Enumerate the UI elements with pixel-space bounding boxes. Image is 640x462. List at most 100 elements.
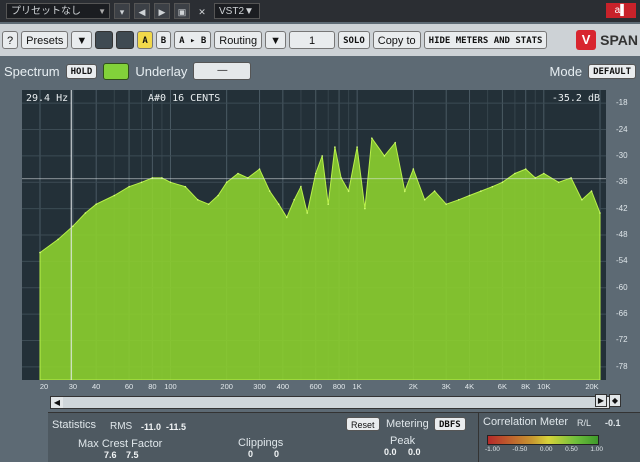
- metering-selector[interactable]: DBFS: [434, 417, 466, 431]
- brand-logo-icon: V: [576, 30, 597, 50]
- spectrum-point: [258, 168, 261, 170]
- mode-control: Mode DEFAULT: [550, 63, 640, 79]
- spectrum-point: [334, 146, 336, 148]
- spectrum-point: [356, 146, 358, 148]
- y-tick-label: -24: [616, 124, 628, 134]
- crest-left-value: 7.6: [104, 450, 117, 460]
- x-tick-label: 20: [39, 382, 49, 391]
- correlation-bar: [487, 435, 599, 445]
- scroll-thumb[interactable]: [63, 397, 597, 408]
- chevron-down-icon: ▼: [98, 7, 106, 16]
- spectrum-point: [404, 190, 406, 192]
- scroll-left-icon[interactable]: ◀: [51, 397, 63, 408]
- spectrum-point: [237, 172, 239, 175]
- hold-toggle[interactable]: [103, 62, 130, 80]
- y-tick-label: -60: [616, 282, 628, 292]
- host-menu-button[interactable]: ▾: [114, 3, 130, 19]
- logo-text: SPAN: [600, 32, 638, 48]
- b-button[interactable]: B: [155, 31, 172, 49]
- spectrum-point: [293, 199, 296, 201]
- prev-preset-icon[interactable]: ◀: [134, 3, 150, 19]
- spectrum-point: [364, 207, 366, 210]
- rms-label: RMS: [110, 421, 133, 432]
- spectrum-point: [433, 190, 436, 192]
- rms-left-value: -11.0: [141, 422, 162, 432]
- close-icon[interactable]: ✕: [194, 3, 210, 19]
- spectrum-point: [480, 190, 482, 192]
- reset-button[interactable]: Reset: [346, 417, 380, 431]
- preset-selector[interactable]: プリセットなし ▼: [6, 3, 110, 19]
- spectrum-point: [394, 141, 397, 144]
- next-preset-icon[interactable]: ▶: [154, 3, 170, 19]
- underlay-selector[interactable]: —: [193, 62, 252, 80]
- spectrum-area: [39, 136, 601, 380]
- y-tick-label: -30: [616, 150, 628, 160]
- mode-selector[interactable]: DEFAULT: [588, 63, 636, 79]
- crest-right-value: 7.5: [126, 450, 139, 460]
- spectrum-plot[interactable]: 29.4 Hz A#0 16 CENTS -35.2 dB: [22, 90, 606, 380]
- spectrum-point: [543, 172, 545, 175]
- undo-icon[interactable]: [95, 31, 114, 49]
- y-tick-label: -48: [616, 230, 628, 239]
- hide-meters-button[interactable]: HIDE METERS AND STATS: [423, 31, 548, 49]
- a-button[interactable]: A: [137, 31, 153, 49]
- level-axis: -18 -24 -30 -36 -42 -48 -54 -60 -66 -72 -78: [606, 90, 640, 380]
- clip-left-value: 0: [248, 449, 254, 459]
- spectrum-point: [599, 212, 601, 214]
- diamond-icon[interactable]: ◆: [609, 394, 621, 407]
- a-to-b-button[interactable]: A ▸ B: [174, 31, 212, 49]
- save-icon[interactable]: ▣: [174, 3, 190, 19]
- spectrum-point: [514, 172, 516, 175]
- spectrum-point: [457, 199, 460, 201]
- help-button[interactable]: ?: [2, 31, 19, 49]
- spectrum-point: [72, 225, 74, 227]
- spectrum-point: [84, 212, 87, 214]
- y-tick-label: -78: [616, 361, 628, 371]
- routing-dropdown-button[interactable]: ▼: [265, 31, 287, 49]
- spectrum-point: [590, 190, 593, 192]
- y-tick-label: -54: [616, 256, 628, 266]
- x-tick-label: 600: [309, 382, 322, 391]
- y-tick-label: -72: [616, 335, 628, 345]
- spectrum-point: [57, 238, 59, 241]
- play-icon[interactable]: ▶: [595, 394, 607, 407]
- solo-button[interactable]: SOLO: [338, 31, 370, 49]
- plugin-toolbar: ? Presets ▼ A B A ▸ B Routing ▼ 1 SOLO C…: [0, 24, 640, 56]
- correlation-title: Correlation Meter: [483, 416, 568, 428]
- readout-frequency: 29.4 Hz: [26, 93, 69, 104]
- spectrum-point: [140, 181, 143, 184]
- x-tick-label: 60: [124, 382, 134, 391]
- spectrum-point: [347, 190, 350, 192]
- presets-button[interactable]: Presets: [21, 31, 69, 49]
- peak-label: Peak: [390, 435, 416, 447]
- correlation-panel: Correlation Meter R/L -0.1 -1.00 -0.50 0.0…: [478, 412, 640, 462]
- spectrum-point: [501, 181, 504, 184]
- copy-to-button[interactable]: Copy to: [372, 31, 421, 49]
- routing-button[interactable]: Routing: [214, 31, 263, 49]
- correlation-tick-label: -1.00: [485, 446, 500, 453]
- logo: V SPAN: [576, 30, 640, 50]
- horizontal-scrollbar[interactable]: ◀ ▶: [50, 396, 610, 409]
- correlation-value: -0.1: [605, 418, 621, 428]
- spectrum-point: [184, 185, 187, 188]
- chevron-down-icon: ▼: [76, 35, 88, 47]
- hold-button[interactable]: HOLD: [65, 63, 98, 79]
- preset-name: プリセットなし: [11, 6, 81, 17]
- x-tick-label: 6K: [497, 382, 507, 391]
- clippings-label: Clippings: [238, 437, 284, 449]
- correlation-tick-label: 0.00: [539, 446, 553, 453]
- plugin-format-selector[interactable]: VST2▼: [214, 3, 260, 19]
- x-tick-label: 20K: [585, 382, 599, 391]
- channel-field[interactable]: 1: [289, 31, 336, 49]
- host-toolbar: プリセットなし ▼ ▾ ◀ ▶ ▣ ✕ VST2▼ a▌: [0, 0, 640, 22]
- x-tick-label: 400: [276, 382, 290, 391]
- correlation-tick-label: -0.50: [512, 446, 528, 453]
- spectrum-point: [468, 194, 471, 197]
- presets-dropdown-button[interactable]: ▼: [71, 31, 93, 49]
- y-tick-label: -36: [616, 177, 628, 187]
- spectrum-title: Spectrum: [4, 63, 60, 79]
- redo-icon[interactable]: [116, 31, 135, 49]
- peak-right-value: 0.0: [408, 447, 421, 457]
- record-indicator[interactable]: a▌: [606, 3, 636, 18]
- spectrum-point: [286, 216, 288, 219]
